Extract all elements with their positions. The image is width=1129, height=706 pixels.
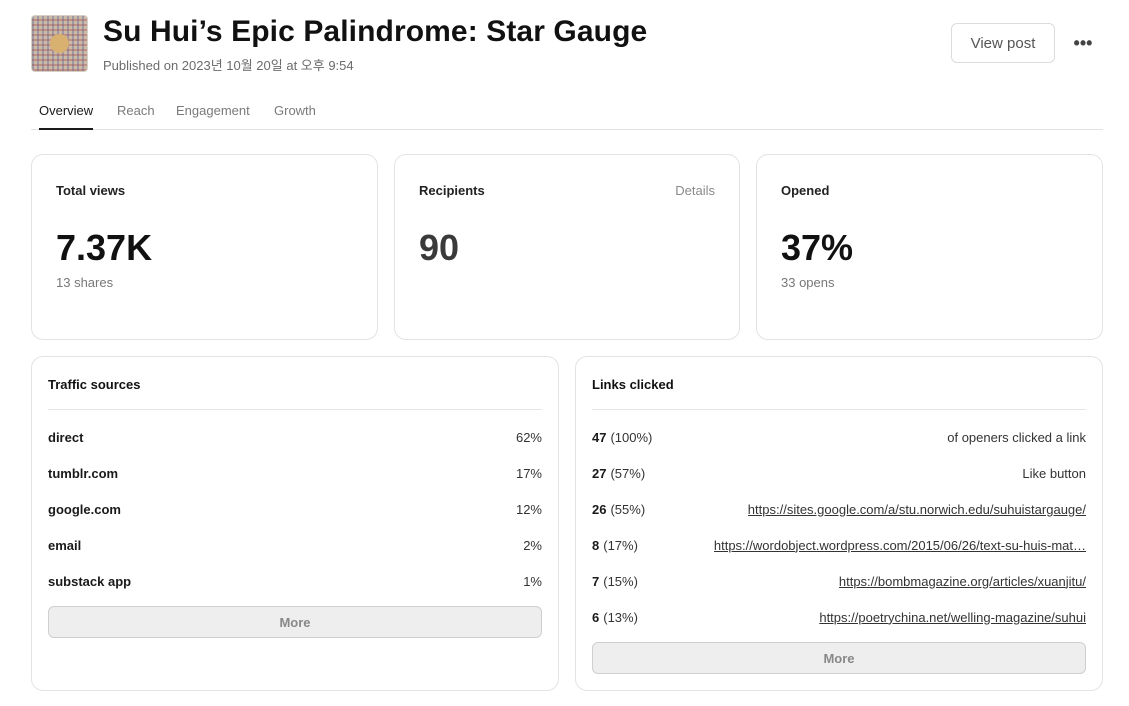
traffic-row: tumblr.com 17%: [48, 463, 542, 483]
link-row: 27 (57%) Like button: [592, 463, 1086, 483]
divider: [48, 409, 542, 410]
details-link[interactable]: Details: [675, 183, 715, 198]
click-percent: (57%): [610, 465, 646, 481]
link-row: 8 (17%) https://wordobject.wordpress.com/…: [592, 535, 1086, 555]
source-percent: 12%: [515, 501, 542, 517]
link-url[interactable]: https://bombmagazine.org/articles/xuanji…: [839, 574, 1086, 589]
source-percent: 1%: [523, 573, 542, 589]
recipients-label: Recipients: [419, 183, 485, 198]
traffic-row: direct 62%: [48, 427, 542, 447]
source-percent: 17%: [515, 465, 542, 481]
link-row: 26 (55%) https://sites.google.com/a/stu.n…: [592, 499, 1086, 519]
source-name: google.com: [48, 501, 121, 517]
links-clicked-card: Links clicked 47 (100%) of openers clicke…: [575, 356, 1103, 691]
traffic-sources-card: Traffic sources direct 62% tumblr.com 17…: [31, 356, 559, 691]
source-name: email: [48, 537, 82, 553]
click-count: 26: [592, 501, 607, 517]
ellipsis-icon[interactable]: •••: [1071, 29, 1095, 57]
link-row: 6 (13%) https://poetrychina.net/welling-m…: [592, 607, 1086, 627]
click-percent: (15%): [603, 573, 638, 589]
view-post-button[interactable]: View post: [951, 23, 1055, 63]
tab-engagement[interactable]: Engagement: [176, 103, 250, 130]
opens-count: 33 opens: [781, 275, 835, 290]
traffic-row: google.com 12%: [48, 499, 542, 519]
published-date: Published on 2023년 10월 20일 at 오후 9:54: [103, 58, 354, 73]
source-percent: 62%: [515, 429, 542, 445]
recipients-card: Recipients Details 90: [394, 154, 740, 340]
total-views-card: Total views 7.37K 13 shares: [31, 154, 378, 340]
recipients-value: 90: [419, 227, 460, 268]
click-count: 6: [592, 609, 600, 625]
click-count: 7: [592, 573, 600, 589]
post-thumbnail: [31, 15, 88, 72]
total-views-value: 7.37K: [56, 227, 153, 268]
link-target: of openers clicked a link: [947, 429, 1086, 445]
tab-bar: Overview Reach Engagement Growth: [31, 96, 1103, 130]
tab-overview[interactable]: Overview: [39, 103, 94, 130]
opened-card: Opened 37% 33 opens: [756, 154, 1103, 340]
link-url[interactable]: https://sites.google.com/a/stu.norwich.e…: [748, 502, 1086, 517]
traffic-row: substack app 1%: [48, 571, 542, 591]
click-percent: (17%): [603, 537, 638, 553]
links-clicked-title: Links clicked: [592, 377, 674, 392]
click-count: 27: [592, 465, 607, 481]
opened-label: Opened: [781, 183, 830, 198]
divider: [592, 409, 1086, 410]
shares-count: 13 shares: [56, 275, 114, 290]
total-views-label: Total views: [56, 183, 126, 198]
click-count: 8: [592, 537, 600, 553]
source-name: substack app: [48, 573, 132, 589]
click-percent: (100%): [610, 429, 653, 445]
source-name: tumblr.com: [48, 465, 119, 481]
link-target: Like button: [1022, 465, 1086, 481]
click-count: 47: [592, 429, 607, 445]
click-percent: (55%): [610, 501, 646, 517]
tab-reach[interactable]: Reach: [117, 103, 155, 130]
click-percent: (13%): [603, 609, 638, 625]
opened-value: 37%: [781, 227, 854, 268]
link-url[interactable]: https://poetrychina.net/welling-magazine…: [819, 610, 1086, 625]
traffic-more-button[interactable]: More: [48, 606, 542, 638]
link-row: 47 (100%) of openers clicked a link: [592, 427, 1086, 447]
link-url[interactable]: https://wordobject.wordpress.com/2015/06…: [714, 538, 1086, 553]
post-header: Su Hui’s Epic Palindrome: Star Gauge Pub…: [31, 15, 1103, 75]
source-name: direct: [48, 429, 84, 445]
source-percent: 2%: [523, 537, 542, 553]
tab-growth[interactable]: Growth: [274, 103, 316, 130]
traffic-sources-title: Traffic sources: [48, 377, 141, 392]
page-title: Su Hui’s Epic Palindrome: Star Gauge: [103, 15, 648, 48]
traffic-row: email 2%: [48, 535, 542, 555]
links-more-button[interactable]: More: [592, 642, 1086, 674]
link-row: 7 (15%) https://bombmagazine.org/articles…: [592, 571, 1086, 591]
